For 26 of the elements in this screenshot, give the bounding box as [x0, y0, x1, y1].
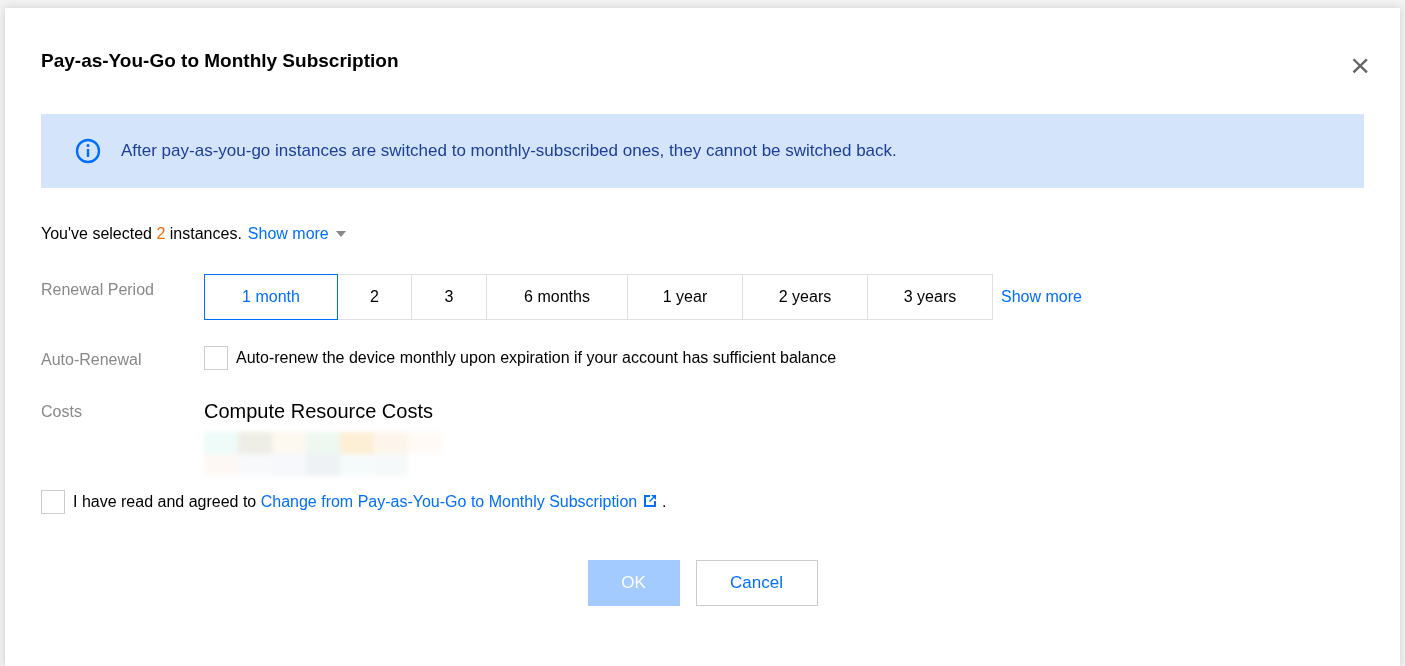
agreement-link[interactable]: Change from Pay-as-You-Go to Monthly Subscription	[260, 493, 638, 510]
agreement-text: I have read and agreed to Change from Pay-as-You-Go to Monthly Subscription .	[73, 492, 667, 512]
checkbox[interactable]	[41, 490, 65, 514]
field-label: Renewal Period	[41, 280, 155, 300]
external-link-icon[interactable]	[641, 493, 658, 509]
period-option[interactable]: 1 month	[204, 274, 338, 320]
dialog-title: Pay-as-You-Go to Monthly Subscription	[41, 50, 399, 73]
close-button[interactable]: ×	[1350, 48, 1370, 82]
period-option[interactable]: 1 year	[627, 274, 743, 320]
checkbox-label: Auto-renew the device monthly upon expiration if your account has sufficient balance	[236, 348, 837, 368]
cancel-button[interactable]: Cancel	[695, 560, 818, 606]
show-more-link[interactable]: Show more	[1001, 285, 1082, 309]
field-label: Auto-Renewal	[41, 350, 143, 370]
period-option[interactable]: 3 years	[867, 274, 993, 320]
selection-text: You've selected 2 instances.	[41, 224, 242, 244]
show-more-link[interactable]: Show more	[247, 222, 329, 246]
checkbox[interactable]	[204, 346, 228, 370]
period-option[interactable]: 3	[411, 274, 487, 320]
banner-text: After pay-as-you-go instances are switched to monthly-subscribed ones, they cannot be switched back.	[121, 140, 897, 163]
caret-icon[interactable]	[334, 230, 347, 238]
field-label: Costs	[41, 402, 83, 422]
cost-heading: Compute Resource Costs	[204, 399, 434, 424]
period-option[interactable]: 6 months	[486, 274, 628, 320]
period-option[interactable]: 2 years	[742, 274, 868, 320]
info-icon	[75, 138, 101, 164]
period-option[interactable]: 2	[337, 274, 412, 320]
